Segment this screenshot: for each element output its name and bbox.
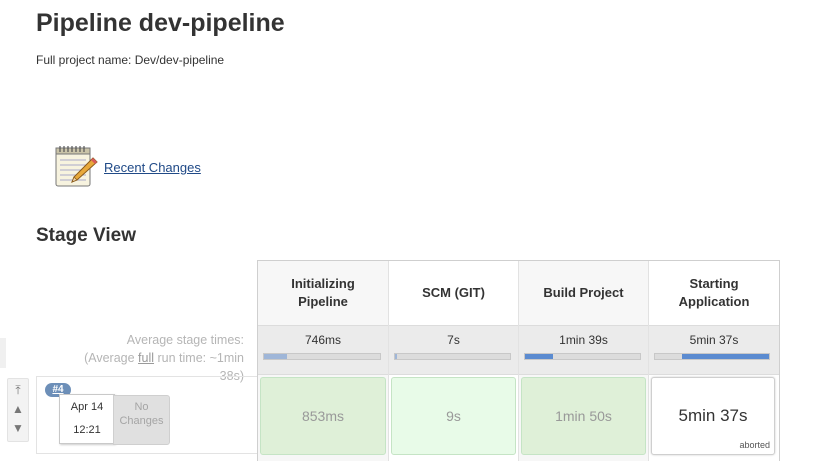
stage-cell[interactable]: 9s bbox=[391, 377, 516, 455]
scroll-up-icon[interactable]: ▲ bbox=[8, 400, 28, 418]
stage-progress-fill bbox=[525, 354, 553, 359]
stage-cell[interactable]: 853ms bbox=[260, 377, 386, 455]
stage-cell-time: 853ms bbox=[301, 408, 345, 424]
stage-header: Initializing Pipeline bbox=[291, 276, 355, 309]
stage-cell-time: 9s bbox=[446, 408, 461, 424]
side-panel-edge bbox=[0, 338, 6, 368]
stage-column: SCM (GIT) 7s 9s bbox=[389, 261, 519, 461]
stage-average-time: 746ms bbox=[304, 333, 342, 347]
stage-progress-bar bbox=[394, 353, 511, 360]
scroll-down-icon[interactable]: ▼ bbox=[8, 419, 28, 437]
build-scroll-controls: ⤒ ▲ ▼ bbox=[7, 378, 29, 442]
stage-table: Initializing Pipeline 746ms 853ms SCM (G… bbox=[257, 260, 780, 461]
stage-column: Starting Application 5min 37s 5min 37s a… bbox=[649, 261, 779, 461]
build-date: Apr 14 bbox=[70, 401, 104, 413]
stage-header: Starting Application bbox=[678, 276, 750, 309]
stage-cell-time: 1min 50s bbox=[555, 408, 612, 424]
notepad-icon[interactable] bbox=[53, 144, 99, 190]
stage-column: Build Project 1min 39s 1min 50s bbox=[519, 261, 649, 461]
stage-header: Build Project bbox=[543, 285, 624, 300]
avg-prefix: (Average bbox=[84, 351, 139, 365]
page-title: Pipeline dev-pipeline bbox=[36, 9, 285, 37]
stage-average-time: 5min 37s bbox=[689, 333, 739, 347]
scroll-to-top-icon[interactable]: ⤒ bbox=[8, 381, 28, 399]
stage-header: SCM (GIT) bbox=[422, 285, 485, 300]
stage-progress-fill bbox=[395, 354, 398, 359]
stage-view-title: Stage View bbox=[36, 225, 136, 246]
stage-progress-bar bbox=[263, 353, 381, 360]
build-time: 12:21 bbox=[73, 424, 101, 436]
stage-column: Initializing Pipeline 746ms 853ms bbox=[258, 261, 389, 461]
changes-box[interactable]: No Changes bbox=[113, 395, 170, 445]
stage-progress-fill bbox=[682, 354, 769, 359]
build-date-box[interactable]: Apr 14 12:21 bbox=[59, 394, 115, 444]
stage-average: 746ms bbox=[258, 325, 388, 375]
no-changes-label: No Changes bbox=[119, 401, 164, 427]
stage-cell-aborted[interactable]: 5min 37s aborted bbox=[651, 377, 775, 455]
stage-average: 5min 37s bbox=[649, 325, 779, 375]
stage-progress-bar bbox=[524, 353, 641, 360]
stage-progress-fill bbox=[264, 354, 288, 359]
stage-cell-time: 5min 37s bbox=[678, 406, 748, 425]
stage-progress-bar bbox=[654, 353, 770, 360]
recent-changes-link[interactable]: Recent Changes bbox=[104, 160, 201, 175]
stage-cell[interactable]: 1min 50s bbox=[521, 377, 646, 455]
stage-average-time: 1min 39s bbox=[559, 333, 608, 347]
average-stage-times-line: Average stage times: bbox=[126, 333, 244, 347]
stage-average: 1min 39s bbox=[519, 325, 648, 375]
full-project-name: Full project name: Dev/dev-pipeline bbox=[36, 53, 225, 67]
stage-average-time: 7s bbox=[447, 333, 460, 347]
stage-status-label: aborted bbox=[739, 440, 770, 450]
full-run-link[interactable]: full bbox=[138, 351, 154, 365]
stage-average: 7s bbox=[389, 325, 518, 375]
